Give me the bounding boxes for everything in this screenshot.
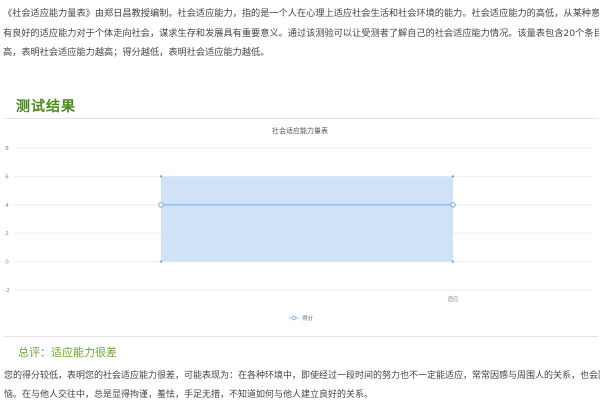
intro-paragraph: 《社会适应能力量表》由郑日昌教授编制。社会适应能力，指的是一个人在心理上适应社会… [3,4,599,63]
summary-prefix: 总评： [18,346,51,359]
intro-line-1: 《社会适应能力量表》由郑日昌教授编制。社会适应能力，指的是一个人在心理上适应社会… [3,8,599,19]
detail-line-2: 恼。在与他人交往中，总是显得拘谨，羞怯，手足无措，不知道如何与他人建立良好的关系… [4,390,374,400]
divider-bottom [4,336,598,337]
band-corner-point [451,175,455,178]
data-point [158,202,164,208]
legend-label: 得分 [302,314,314,322]
intro-line-3: 高，表明社会适应能力越高；得分越低，表明社会适应能力越低。 [3,47,270,58]
chart-title: 社会适应能力量表 [272,126,328,135]
x-tick-label: 适应 [447,295,459,303]
section-title: 测试结果 [16,99,76,115]
divider-top [4,118,598,119]
y-tick-label: 6 [5,174,9,180]
summary-result: 适应能力很差 [51,346,117,359]
intro-line-2: 有良好的适应能力对于个体走向社会，谋求生存和发展具有重要意义。通过该测验可以让受… [3,27,599,39]
score-chart: 社会适应能力量表 -2 0 2 4 6 8 适应 得分 [4,126,592,322]
legend-marker [291,315,297,321]
y-tick-label: 2 [5,231,9,237]
y-tick-label: 4 [5,203,9,209]
detail-line-1: 您的得分较低，表明您的社会适应能力很差，可能表现为：在各种环境中，即使经过一段时… [4,371,600,381]
band-corner-point [159,260,163,263]
band-corner-point [159,175,163,178]
y-tick-label: 0 [5,260,9,266]
chart-container: 社会适应能力量表 -2 0 2 4 6 8 适应 得分 [0,120,600,335]
y-tick-label: 8 [5,146,9,152]
detail-paragraph: 您的得分较低，表明您的社会适应能力很差，可能表现为：在各种环境中，即使经过一段时… [4,367,600,405]
band-corner-point [451,260,455,263]
y-tick-label: -2 [4,288,9,294]
data-point [450,202,456,208]
summary: 总评：适应能力很差 [18,344,117,360]
area-band [161,176,453,262]
